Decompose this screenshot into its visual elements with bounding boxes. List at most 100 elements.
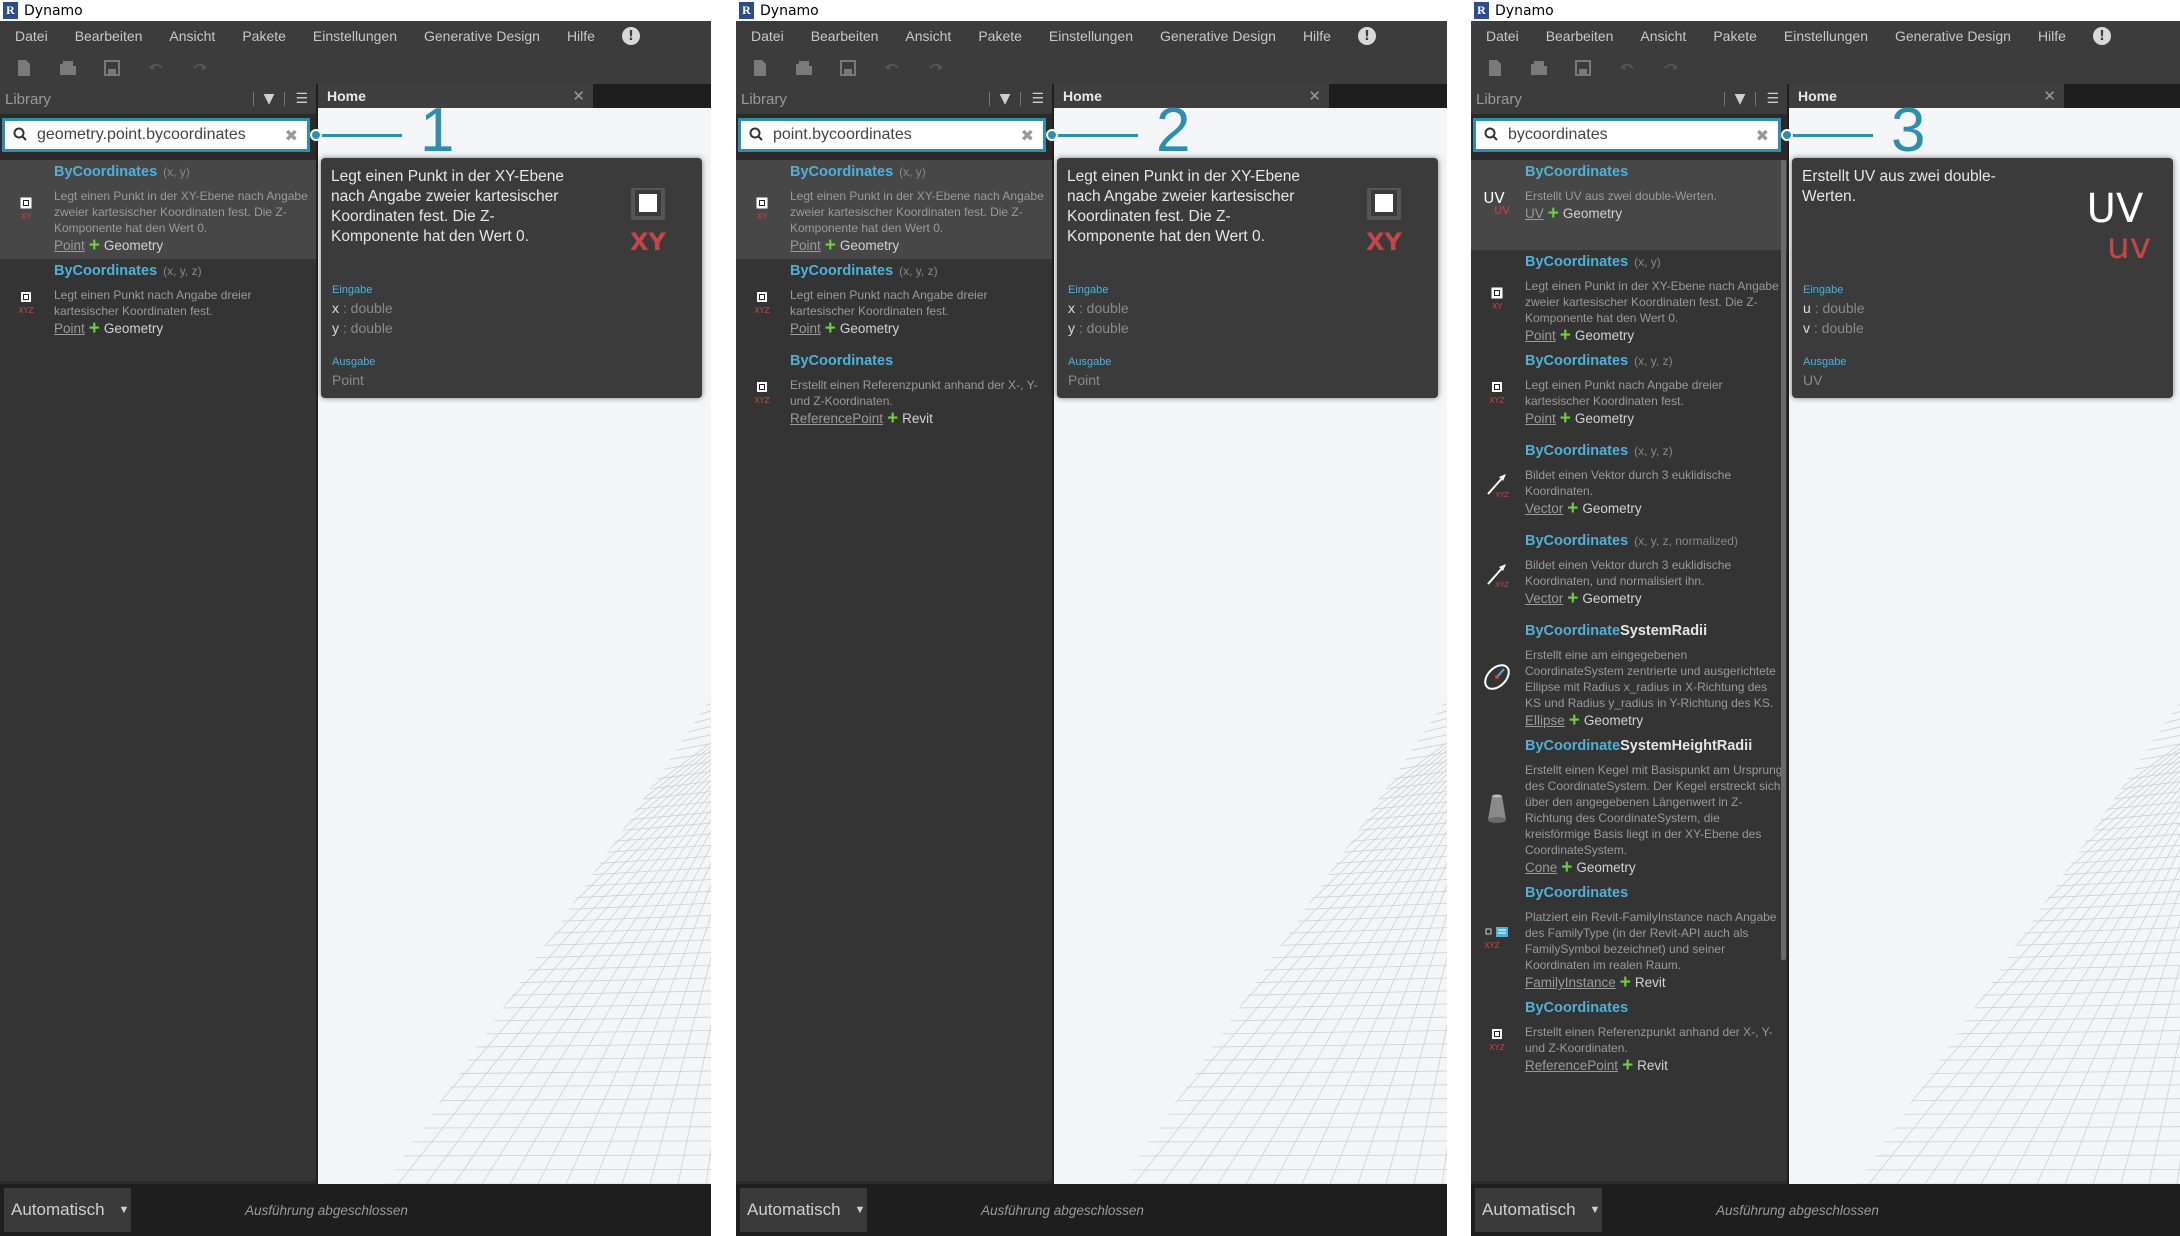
- workspace-canvas[interactable]: Home ✕ Legt einen Punkt in der XY-Ebene na…: [318, 84, 711, 1184]
- menu-item-datei[interactable]: Datei: [1486, 28, 1519, 44]
- tab-home[interactable]: Home ✕: [1054, 84, 1329, 108]
- filter-icon[interactable]: ▼: [1000, 91, 1011, 107]
- search-result-item[interactable]: XYZ ByCoordinates (x, y, z) Legt einen Punk…: [1471, 349, 1787, 439]
- menu-item-generative-design[interactable]: Generative Design: [424, 28, 540, 44]
- undo-icon[interactable]: [146, 58, 166, 78]
- result-type-link[interactable]: UV: [1525, 206, 1544, 221]
- result-type-link[interactable]: ReferencePoint: [1525, 1058, 1618, 1073]
- undo-icon[interactable]: [1617, 58, 1637, 78]
- workspace-canvas[interactable]: Home ✕ Erstellt UV aus zwei double-Werten.…: [1789, 84, 2180, 1184]
- workspace-canvas[interactable]: Home ✕ Legt einen Punkt in der XY-Ebene na…: [1054, 84, 1447, 1184]
- menu-item-ansicht[interactable]: Ansicht: [169, 28, 215, 44]
- search-result-item[interactable]: XYZ ByCoordinates Platziert ein Revit-Fami…: [1471, 881, 1787, 996]
- menu-item-hilfe[interactable]: Hilfe: [1303, 28, 1331, 44]
- menu-item-datei[interactable]: Datei: [15, 28, 48, 44]
- menu-item-generative-design[interactable]: Generative Design: [1895, 28, 2011, 44]
- list-view-icon[interactable]: ☰: [1031, 91, 1044, 107]
- clear-search-icon[interactable]: ✖: [285, 126, 298, 145]
- menu-item-hilfe[interactable]: Hilfe: [2038, 28, 2066, 44]
- menu-item-pakete[interactable]: Pakete: [242, 28, 286, 44]
- search-result-item[interactable]: ByCoordinateSystemRadii Erstellt eine am …: [1471, 619, 1787, 734]
- redo-icon[interactable]: [190, 58, 210, 78]
- menu-item-hilfe[interactable]: Hilfe: [567, 28, 595, 44]
- filter-icon[interactable]: ▼: [264, 91, 275, 107]
- run-mode-dropdown[interactable]: Automatisch ▼: [740, 1188, 867, 1232]
- redo-icon[interactable]: [1661, 58, 1681, 78]
- open-file-icon[interactable]: [794, 58, 814, 78]
- run-mode-dropdown[interactable]: Automatisch ▼: [1475, 1188, 1602, 1232]
- menu-item-generative-design[interactable]: Generative Design: [1160, 28, 1276, 44]
- search-result-item[interactable]: XY ByCoordinates (x, y) Legt einen Punkt in…: [1471, 250, 1787, 349]
- library-search-box[interactable]: point.bycoordinates ✖: [738, 118, 1046, 152]
- menu-item-bearbeiten[interactable]: Bearbeiten: [75, 28, 143, 44]
- list-view-icon[interactable]: ☰: [295, 91, 308, 107]
- search-result-item[interactable]: XYZ ByCoordinates (x, y, z) Legt einen Punk…: [736, 259, 1052, 349]
- result-type-link[interactable]: Cone: [1525, 860, 1557, 875]
- new-file-icon[interactable]: [750, 58, 770, 78]
- search-input[interactable]: point.bycoordinates: [773, 126, 1021, 144]
- notification-icon[interactable]: !: [621, 27, 640, 45]
- tooltip-output-value: UV: [1803, 372, 1823, 388]
- point-xyz-icon: XYZ: [742, 284, 782, 324]
- search-result-item[interactable]: XY ByCoordinates (x, y) Legt einen Punkt in…: [736, 160, 1052, 259]
- result-type-link[interactable]: Point: [790, 238, 821, 253]
- menu-item-pakete[interactable]: Pakete: [1713, 28, 1757, 44]
- open-file-icon[interactable]: [58, 58, 78, 78]
- search-result-item[interactable]: UV UV ByCoordinates Erstellt UV aus zwei do…: [1471, 160, 1787, 250]
- result-type-link[interactable]: Point: [1525, 328, 1556, 343]
- result-type-link[interactable]: ReferencePoint: [790, 411, 883, 426]
- result-type-link[interactable]: Vector: [1525, 501, 1563, 516]
- open-file-icon[interactable]: [1529, 58, 1549, 78]
- menu-item-pakete[interactable]: Pakete: [978, 28, 1022, 44]
- search-input[interactable]: bycoordinates: [1508, 126, 1756, 144]
- result-type-link[interactable]: Point: [54, 238, 85, 253]
- filter-icon[interactable]: ▼: [1735, 91, 1746, 107]
- menu-item-einstellungen[interactable]: Einstellungen: [1049, 28, 1133, 44]
- menu-item-datei[interactable]: Datei: [751, 28, 784, 44]
- search-result-item[interactable]: XYZ ByCoordinates (x, y, z) Legt einen Punk…: [0, 259, 316, 349]
- result-type-link[interactable]: Point: [790, 321, 821, 336]
- redo-icon[interactable]: [926, 58, 946, 78]
- clear-search-icon[interactable]: ✖: [1021, 126, 1034, 145]
- result-type-link[interactable]: FamilyInstance: [1525, 975, 1616, 990]
- run-mode-dropdown[interactable]: Automatisch ▼: [4, 1188, 131, 1232]
- menu-item-bearbeiten[interactable]: Bearbeiten: [1546, 28, 1614, 44]
- search-input[interactable]: geometry.point.bycoordinates: [37, 126, 285, 144]
- library-search-box[interactable]: bycoordinates ✖: [1473, 118, 1781, 152]
- library-search-box[interactable]: geometry.point.bycoordinates ✖: [2, 118, 310, 152]
- menu-item-bearbeiten[interactable]: Bearbeiten: [811, 28, 879, 44]
- close-tab-icon[interactable]: ✕: [572, 87, 585, 105]
- menu-item-einstellungen[interactable]: Einstellungen: [313, 28, 397, 44]
- notification-icon[interactable]: !: [1357, 27, 1376, 45]
- tooltip-input-label: Eingabe: [1803, 284, 1844, 296]
- list-view-icon[interactable]: ☰: [1766, 91, 1779, 107]
- library-scrollbar[interactable]: [1781, 160, 1786, 960]
- close-tab-icon[interactable]: ✕: [1308, 87, 1321, 105]
- new-file-icon[interactable]: [1485, 58, 1505, 78]
- result-type-link[interactable]: Vector: [1525, 591, 1563, 606]
- undo-icon[interactable]: [882, 58, 902, 78]
- tab-home[interactable]: Home ✕: [1789, 84, 2064, 108]
- clear-search-icon[interactable]: ✖: [1756, 126, 1769, 145]
- search-result-item[interactable]: XYZ ByCoordinates (x, y, z, normalized) Bil…: [1471, 529, 1787, 619]
- menu-item-einstellungen[interactable]: Einstellungen: [1784, 28, 1868, 44]
- dynamo-window-1: R Dynamo Datei Bearbeiten Ansicht Pakete Einst…: [0, 0, 711, 1236]
- result-category-label: Geometry: [1582, 501, 1642, 516]
- close-tab-icon[interactable]: ✕: [2043, 87, 2056, 105]
- search-result-item[interactable]: XY ByCoordinates (x, y) Legt einen Punkt in…: [0, 160, 316, 259]
- tab-home[interactable]: Home ✕: [318, 84, 593, 108]
- menu-item-ansicht[interactable]: Ansicht: [1640, 28, 1686, 44]
- search-result-item[interactable]: XYZ ByCoordinates (x, y, z) Bildet einen Ve…: [1471, 439, 1787, 529]
- search-result-item[interactable]: XYZ ByCoordinates Erstellt einen Referenzp…: [1471, 996, 1787, 1086]
- save-icon[interactable]: [102, 58, 122, 78]
- result-type-link[interactable]: Ellipse: [1525, 713, 1565, 728]
- new-file-icon[interactable]: [14, 58, 34, 78]
- save-icon[interactable]: [1573, 58, 1593, 78]
- search-result-item[interactable]: XYZ ByCoordinates Erstellt einen Referenzp…: [736, 349, 1052, 439]
- save-icon[interactable]: [838, 58, 858, 78]
- search-result-item[interactable]: ByCoordinateSystemHeightRadii Erstellt ei…: [1471, 734, 1787, 881]
- result-type-link[interactable]: Point: [1525, 411, 1556, 426]
- result-type-link[interactable]: Point: [54, 321, 85, 336]
- notification-icon[interactable]: !: [2092, 27, 2111, 45]
- menu-item-ansicht[interactable]: Ansicht: [905, 28, 951, 44]
